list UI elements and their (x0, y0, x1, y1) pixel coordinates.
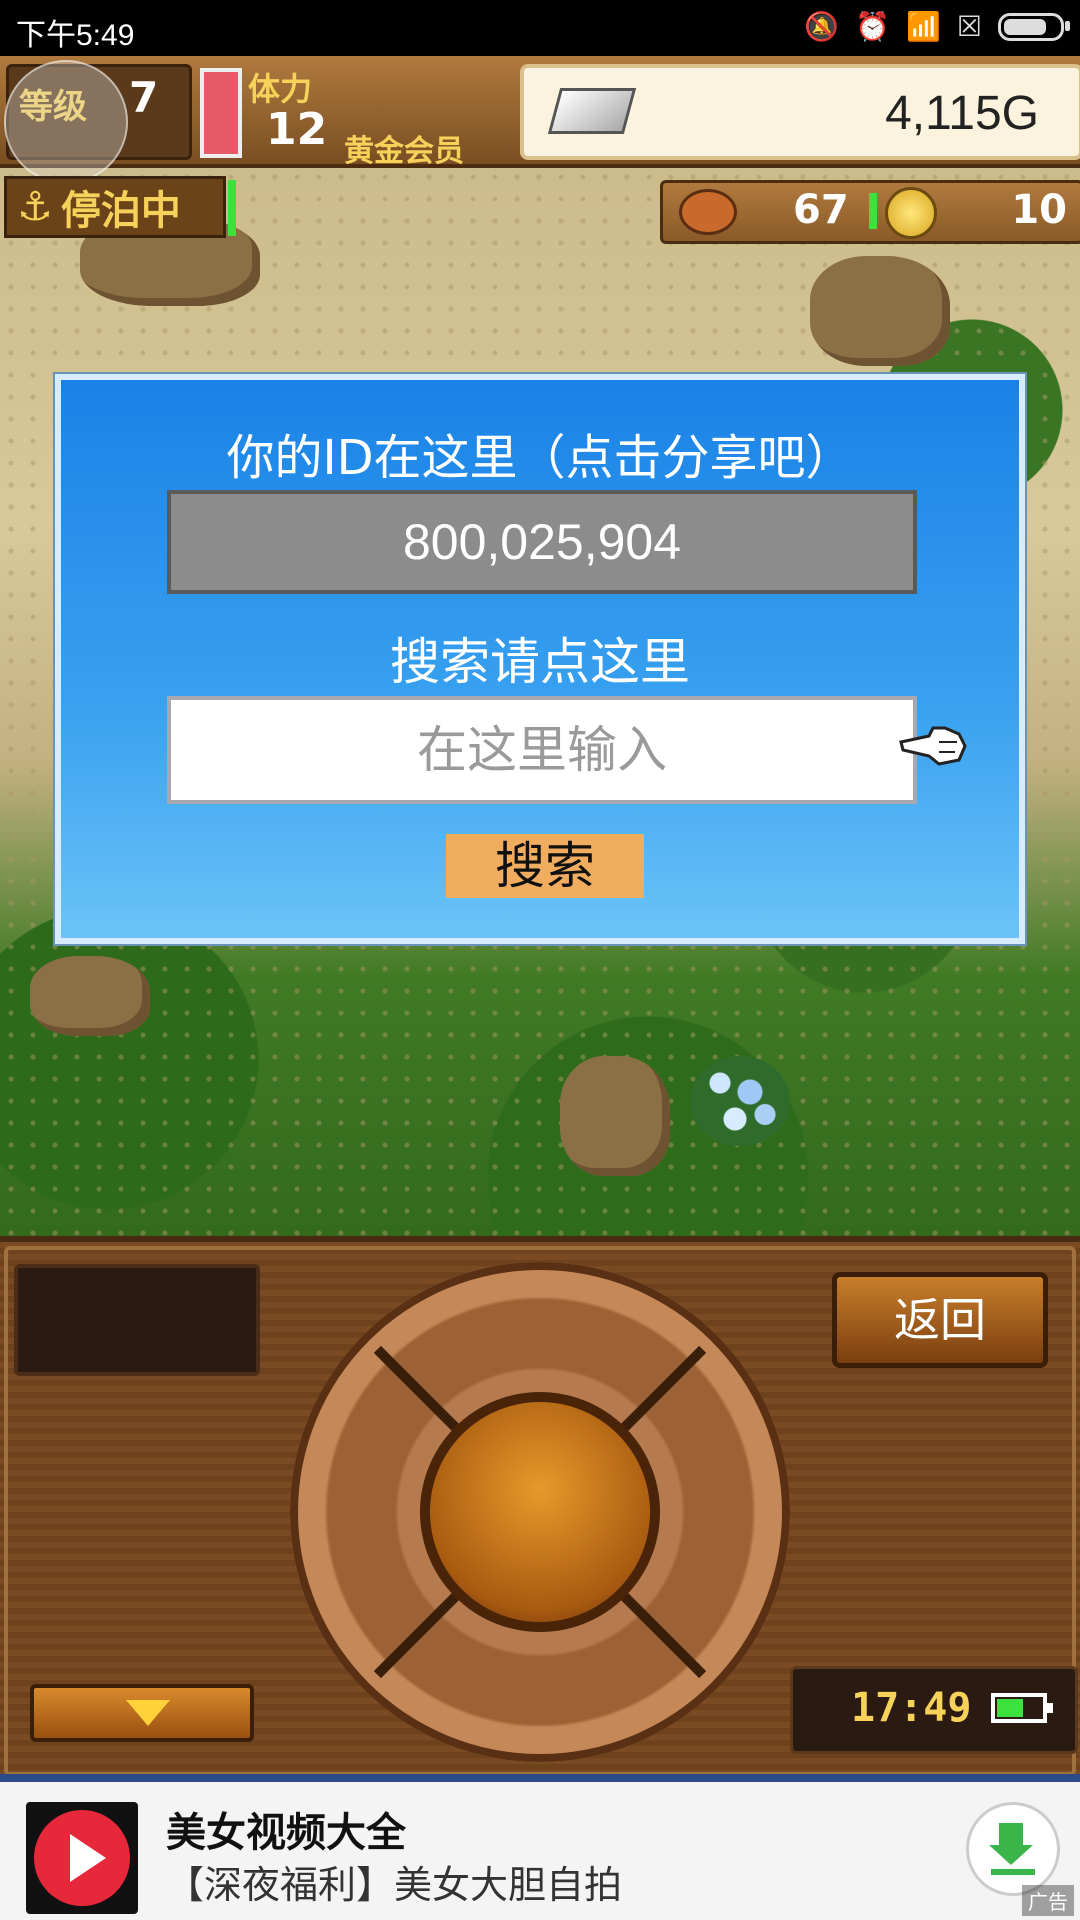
control-panel: 返回 17:49 (0, 1236, 1080, 1780)
back-button[interactable]: 返回 (832, 1272, 1048, 1368)
item-slot[interactable] (14, 1264, 260, 1376)
menu-toggle-button[interactable] (30, 1684, 254, 1742)
rock (810, 256, 950, 366)
dock-progress-bar (228, 180, 236, 236)
wifi-icon: 📶 (906, 10, 941, 43)
rock (30, 956, 150, 1036)
status-icons: 🔕 ⏰ 📶 ☒ (804, 10, 1070, 44)
ad-app-icon[interactable] (26, 1802, 138, 1914)
status-bar: 下午5:49 🔕 ⏰ 📶 ☒ (0, 0, 1080, 56)
food-bar (869, 193, 877, 229)
food-value: 67 (793, 187, 849, 233)
dialog-title: 你的ID在这里（点击分享吧） (226, 430, 854, 486)
level-value: 7 (129, 73, 159, 122)
top-hud: 等级 7 体力 12 黄金会员 4,115G (0, 56, 1080, 184)
download-button[interactable] (966, 1802, 1060, 1896)
battery-icon (991, 1693, 1053, 1723)
game-clock: 17:49 (790, 1666, 1078, 1754)
gold-amount: 4,115G (885, 87, 1039, 140)
flower-bush (690, 1056, 790, 1146)
dpad-center-button[interactable] (420, 1392, 660, 1632)
coin-icon (885, 187, 937, 239)
ad-title[interactable]: 美女视频大全 (166, 1800, 406, 1858)
anchor-icon: ⚓ (17, 184, 53, 230)
ad-tag: 广告 (1022, 1885, 1074, 1916)
directional-pad[interactable] (290, 1262, 790, 1762)
meat-icon (679, 189, 737, 235)
chevron-down-icon (126, 1700, 170, 1726)
secondary-hud: ⚓ 停泊中 67 10 (0, 176, 1080, 246)
search-button[interactable]: 搜索 (446, 834, 644, 898)
dock-status: ⚓ 停泊中 (4, 176, 226, 238)
search-title: 搜索请点这里 (390, 633, 690, 691)
stamina-value: 12 (266, 104, 328, 155)
battery-icon (998, 13, 1070, 41)
rock (560, 1056, 670, 1176)
member-label: 黄金会员 (344, 134, 464, 169)
ad-banner[interactable]: 美女视频大全 【深夜福利】美女大胆自拍 广告 (0, 1774, 1080, 1920)
mute-icon: 🔕 (804, 10, 840, 43)
alarm-icon: ⏰ (855, 10, 891, 43)
player-id-button[interactable]: 800,025,904 (167, 490, 917, 594)
status-time: 下午5:49 (16, 19, 135, 52)
dock-status-label: 停泊中 (60, 188, 181, 234)
resources-panel: 67 10 (660, 180, 1080, 244)
stamina-bar (200, 68, 242, 158)
silver-bar-icon (547, 88, 637, 134)
coin-value: 10 (1011, 187, 1067, 233)
id-search-dialog: 你的ID在这里（点击分享吧） 800,025,904 搜索请点这里 在这里输入 … (53, 372, 1027, 946)
game-view[interactable]: 等级 7 体力 12 黄金会员 4,115G ⚓ 停泊中 67 10 你的ID在… (0, 56, 1080, 1236)
play-icon (70, 1834, 106, 1882)
ad-subtitle[interactable]: 【深夜福利】美女大胆自拍 (166, 1854, 622, 1909)
search-input[interactable]: 在这里输入 (167, 696, 917, 804)
floating-assistant-icon[interactable] (4, 60, 128, 184)
gold-panel: 4,115G (520, 64, 1080, 160)
pointing-hand-icon (899, 726, 967, 766)
no-sim-icon: ☒ (956, 10, 982, 43)
clock-time: 17:49 (851, 1685, 972, 1731)
